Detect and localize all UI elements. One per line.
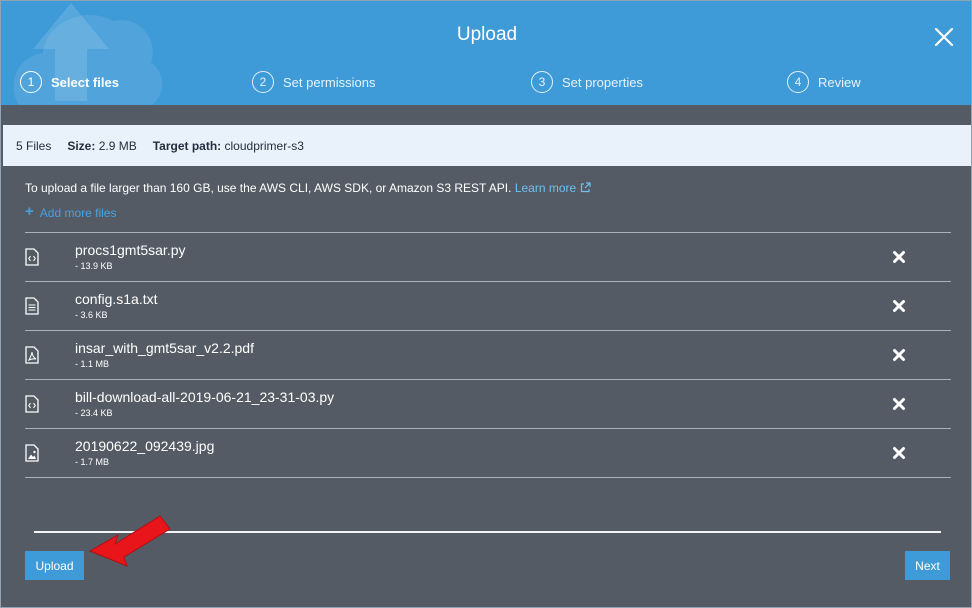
file-name: insar_with_gmt5sar_v2.2.pdf [75, 340, 254, 356]
file-size: - 1.1 MB [75, 359, 110, 369]
file-name: procs1gmt5sar.py [75, 242, 186, 258]
step-label: Set permissions [283, 74, 376, 90]
image-file-icon [25, 444, 39, 462]
code-file-icon [25, 248, 39, 266]
file-row: insar_with_gmt5sar_v2.2.pdf - 1.1 MB [25, 331, 951, 380]
step-review[interactable]: 4 Review [787, 69, 861, 95]
target-path-value: cloudprimer-s3 [224, 138, 304, 153]
file-row: procs1gmt5sar.py - 13.9 KB [25, 233, 951, 282]
dialog-title: Upload [456, 24, 518, 45]
file-name: config.s1a.txt [75, 291, 158, 307]
learn-more-link[interactable]: Learn more [515, 181, 591, 195]
step-number: 2 [252, 71, 274, 93]
file-size: - 13.9 KB [75, 261, 113, 271]
file-row: 20190622_092439.jpg - 1.7 MB [25, 429, 951, 478]
size-limit-message: To upload a file larger than 160 GB, use… [25, 181, 512, 195]
divider-line [34, 531, 941, 533]
pdf-file-icon [25, 346, 39, 364]
red-annotation-arrow-icon [88, 515, 171, 567]
dialog-header: Upload 1 Select files 2 Set permissions … [1, 1, 971, 105]
remove-file-icon[interactable] [892, 397, 906, 411]
text-file-icon [25, 297, 39, 315]
file-row: bill-download-all-2019-06-21_23-31-03.py… [25, 380, 951, 429]
code-file-icon [25, 395, 39, 413]
add-more-files-label: Add more files [39, 205, 117, 220]
step-set-permissions[interactable]: 2 Set permissions [252, 69, 375, 95]
external-link-icon [580, 182, 591, 193]
file-size: - 3.6 KB [75, 310, 108, 320]
file-name: 20190622_092439.jpg [75, 438, 215, 454]
remove-file-icon[interactable] [892, 250, 906, 264]
file-count: 5 Files [16, 138, 52, 153]
remove-file-icon[interactable] [892, 299, 906, 313]
add-more-files-button[interactable]: + Add more files [25, 203, 117, 220]
step-number: 3 [531, 71, 553, 93]
plus-icon: + [25, 203, 34, 220]
step-label: Select files [51, 74, 119, 90]
step-number: 1 [20, 71, 42, 93]
close-icon[interactable] [932, 25, 956, 49]
next-button[interactable]: Next [905, 551, 950, 580]
step-select-files[interactable]: 1 Select files [20, 69, 119, 95]
upload-button[interactable]: Upload [25, 551, 84, 580]
file-size: - 23.4 KB [75, 408, 113, 418]
step-label: Review [818, 74, 861, 90]
size-label: Size: [67, 138, 96, 153]
step-number: 4 [787, 71, 809, 93]
size-limit-info: To upload a file larger than 160 GB, use… [25, 181, 591, 195]
remove-file-icon[interactable] [892, 446, 906, 460]
remove-file-icon[interactable] [892, 348, 906, 362]
step-label: Set properties [562, 74, 643, 90]
upload-summary-bar: 5 Files Size: 2.9 MB Target path: cloudp… [3, 125, 971, 166]
file-row: config.s1a.txt - 3.6 KB [25, 282, 951, 331]
upload-dialog: Upload 1 Select files 2 Set permissions … [0, 0, 972, 608]
file-size: - 1.7 MB [75, 457, 110, 467]
file-list: procs1gmt5sar.py - 13.9 KB config.s1a.tx… [25, 232, 951, 478]
file-name: bill-download-all-2019-06-21_23-31-03.py [75, 389, 335, 405]
learn-more-label: Learn more [514, 181, 577, 195]
size-value: 2.9 MB [98, 138, 137, 153]
step-set-properties[interactable]: 3 Set properties [531, 69, 643, 95]
target-path-label: Target path: [152, 138, 222, 153]
